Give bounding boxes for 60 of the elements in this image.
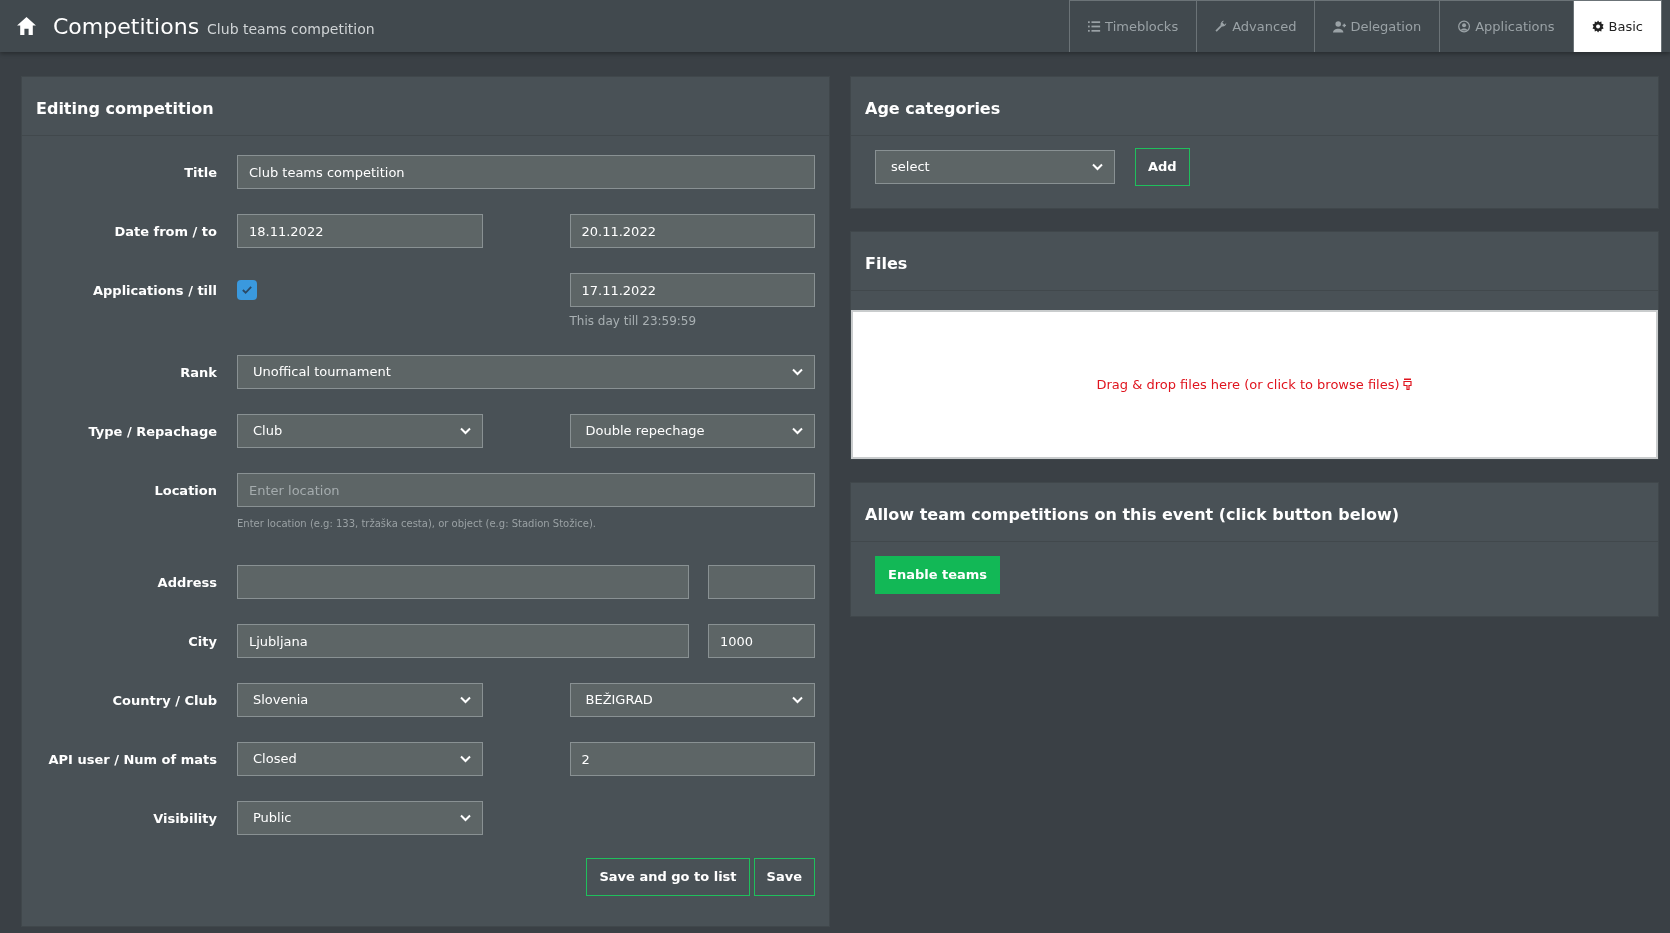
- file-dropzone[interactable]: Drag & drop files here (or click to browse files): [851, 310, 1658, 459]
- field-label: API user / Num of mats: [47, 751, 217, 769]
- select-dropdown[interactable]: Slovenia: [237, 683, 483, 717]
- field-label: Visibility: [152, 810, 217, 828]
- select-dropdown[interactable]: Closed: [237, 742, 483, 776]
- chevron-down-icon: [459, 427, 471, 435]
- select-dropdown[interactable]: Double repechage: [569, 414, 815, 448]
- check-icon: [241, 284, 253, 296]
- chevron-down-icon: [792, 427, 803, 435]
- hand-pointer-icon: [1401, 378, 1413, 391]
- panel-title: Age categories: [851, 77, 1658, 136]
- input-field[interactable]: Club teams competition: [237, 155, 815, 189]
- chevron-down-icon: [459, 814, 471, 822]
- input-field[interactable]: 1000: [708, 624, 815, 658]
- save-button[interactable]: Save: [753, 858, 815, 896]
- panel-title: Allow team competitions on this event (click button below): [851, 483, 1658, 542]
- input-field[interactable]: 18.11.2022: [237, 214, 483, 248]
- chevron-down-icon: [792, 368, 803, 376]
- input-field[interactable]: 2: [569, 742, 815, 776]
- field-label: Type / Repachage: [87, 423, 217, 441]
- help-text: Enter location (e.g: 133, tržaška cesta), or object (e.g: Stadion Stožice).: [237, 517, 597, 531]
- checkbox[interactable]: [237, 280, 257, 300]
- select-dropdown[interactable]: Unoffical tournament: [237, 355, 815, 389]
- list-icon: [1088, 20, 1102, 33]
- page-title: Competitions: [53, 12, 200, 41]
- page-subtitle: Club teams competition: [207, 19, 375, 39]
- help-text: This day till 23:59:59: [569, 313, 698, 330]
- field-label: Date from / to: [113, 223, 217, 241]
- tab[interactable]: Timeblocks: [1069, 0, 1198, 52]
- input-field[interactable]: 20.11.2022: [569, 214, 815, 248]
- select-dropdown[interactable]: select: [875, 149, 1115, 184]
- wrench-icon: [1215, 20, 1229, 33]
- select-dropdown[interactable]: BEŽIGRAD: [569, 683, 815, 717]
- field-label: Address: [156, 574, 217, 592]
- panel-title: Files: [851, 232, 1658, 291]
- chevron-down-icon: [792, 696, 803, 704]
- user-add-icon: [1333, 20, 1347, 33]
- input-field[interactable]: [708, 565, 815, 599]
- input-field[interactable]: Enter location: [237, 473, 815, 507]
- input-field[interactable]: Ljubljana: [237, 624, 689, 658]
- settings-icon: [1591, 20, 1605, 33]
- user-circle-icon: [1458, 20, 1472, 33]
- chevron-down-icon: [459, 755, 471, 763]
- field-label: Country / Club: [111, 692, 217, 710]
- panel-title: Editing competition: [22, 77, 829, 136]
- field-label: Rank: [179, 364, 217, 382]
- field-label: Location: [153, 482, 217, 500]
- chevron-down-icon: [459, 696, 471, 704]
- save-and-list-button[interactable]: Save and go to list: [586, 858, 750, 896]
- chevron-down-icon: [1092, 162, 1103, 171]
- tab[interactable]: Basic: [1572, 0, 1662, 52]
- input-field[interactable]: [237, 565, 689, 599]
- field-label: City: [187, 633, 217, 651]
- input-field[interactable]: 17.11.2022: [569, 273, 815, 307]
- select-dropdown[interactable]: Club: [237, 414, 483, 448]
- select-dropdown[interactable]: Public: [237, 801, 483, 835]
- field-label: Applications / till: [91, 282, 217, 300]
- add-button[interactable]: Add: [1135, 148, 1190, 186]
- field-label: Title: [183, 164, 217, 182]
- home-icon[interactable]: [16, 16, 37, 36]
